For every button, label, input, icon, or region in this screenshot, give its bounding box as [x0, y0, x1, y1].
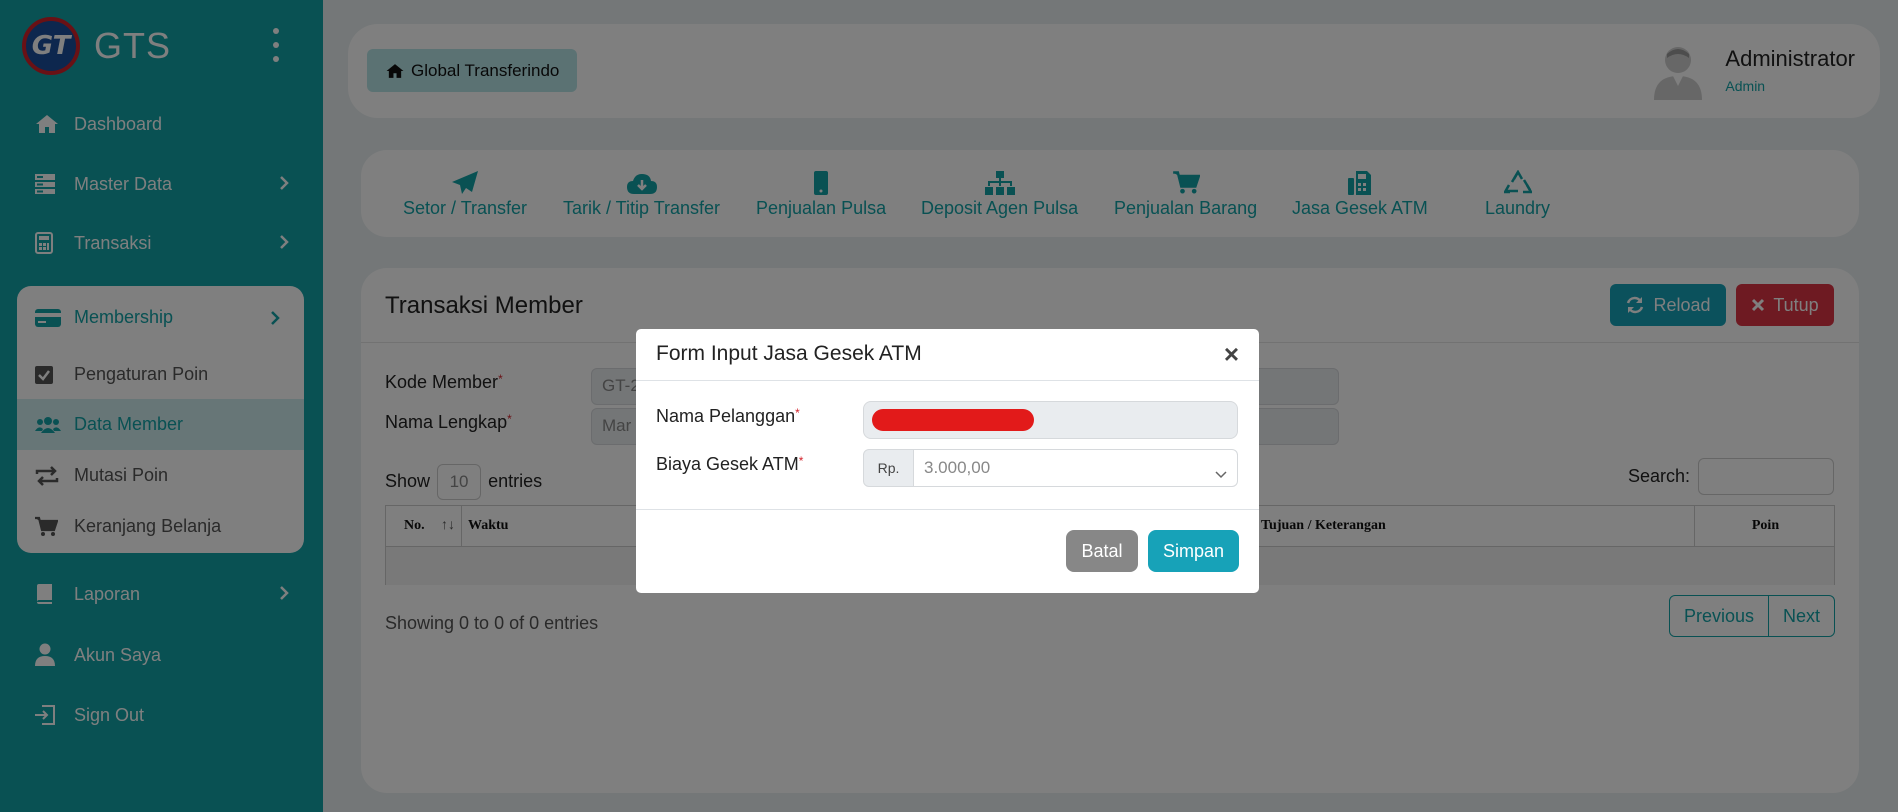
chevron-down-icon	[1215, 464, 1227, 484]
jasa-gesek-atm-modal: Form Input Jasa Gesek ATM × Nama Pelangg…	[636, 329, 1259, 593]
biaya-gesek-atm-group: Rp. 3.000,00	[863, 449, 1238, 487]
close-icon[interactable]: ×	[1224, 339, 1239, 370]
currency-prefix: Rp.	[863, 449, 914, 487]
divider	[636, 380, 1259, 381]
nama-pelanggan-label: Nama Pelanggan*	[656, 406, 800, 426]
save-button[interactable]: Simpan	[1148, 530, 1239, 572]
redaction-mark	[872, 409, 1034, 431]
biaya-gesek-atm-label: Biaya Gesek ATM*	[656, 454, 804, 474]
nama-pelanggan-field[interactable]	[863, 401, 1238, 439]
biaya-value: 3.000,00	[924, 458, 991, 477]
modal-title: Form Input Jasa Gesek ATM	[656, 342, 922, 365]
biaya-gesek-atm-select[interactable]: 3.000,00	[914, 449, 1238, 487]
divider	[636, 509, 1259, 510]
cancel-button[interactable]: Batal	[1066, 530, 1138, 572]
